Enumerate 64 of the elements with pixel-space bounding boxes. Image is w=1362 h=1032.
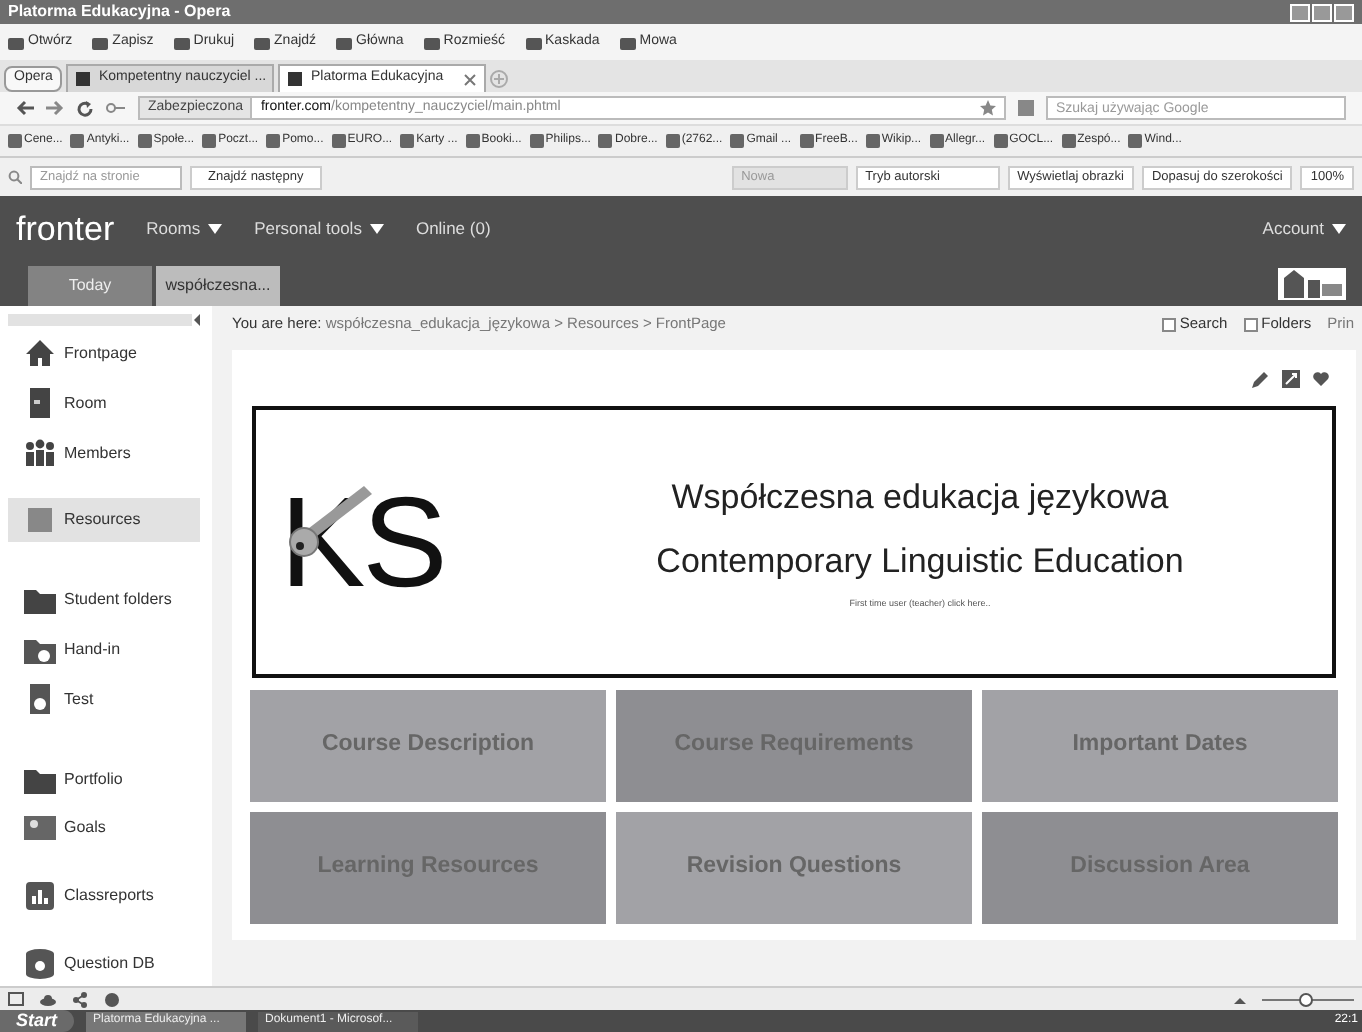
forward-icon (46, 100, 64, 116)
toolbar-icon (92, 35, 109, 49)
cloud-icon (40, 993, 56, 1005)
bookmark-icon (1128, 134, 1143, 148)
database-icon (24, 948, 56, 981)
account-menu[interactable]: Account (1262, 216, 1346, 242)
toolbar-icon (619, 35, 636, 49)
door-icon (24, 387, 56, 420)
search-icon (8, 170, 22, 184)
bookmark-icon (137, 134, 152, 148)
panel-icon (8, 992, 24, 1006)
bookmark-icon (529, 134, 544, 148)
people-icon (24, 437, 56, 470)
bookmark-icon (400, 134, 415, 148)
reload-icon (76, 99, 94, 117)
sidebar-item[interactable]: Resources (8, 498, 200, 543)
star-icon (980, 100, 996, 116)
toolbar-icon (423, 35, 440, 49)
bookmark-icon (665, 134, 680, 148)
bookmark-icon (266, 134, 281, 148)
document-icon (24, 683, 56, 716)
bookmark-icon (1061, 134, 1076, 148)
toolbar-icon (254, 35, 271, 49)
window-title: Platorma Edukacyjna - Opera (8, 0, 231, 24)
pencil-icon (1252, 369, 1270, 387)
room-tab[interactable]: współczesna... (156, 266, 280, 306)
close-button[interactable] (1334, 3, 1354, 21)
start-button[interactable]: Start (0, 1010, 74, 1032)
toolbar-icon (525, 35, 542, 49)
home-icon (24, 337, 56, 370)
toolbar-icon (173, 35, 190, 49)
expand-icon (1282, 369, 1300, 387)
bookmark-icon (799, 134, 814, 148)
nav-menu[interactable]: Rooms (146, 216, 223, 242)
banner-title: Współczesna edukacja językowa (671, 476, 1169, 521)
maximize-button[interactable] (1312, 3, 1332, 21)
toolbar-icon (336, 35, 353, 49)
folder-icon (24, 584, 56, 617)
back-icon (16, 100, 34, 116)
close-icon (464, 73, 477, 85)
caret-icon (1332, 224, 1346, 234)
bookmark-icon (730, 134, 745, 148)
toolbar-icon (8, 35, 24, 49)
bookmark-icon (202, 134, 217, 148)
nav-menu[interactable]: Personal tools (254, 216, 384, 242)
bookmark-icon (331, 134, 346, 148)
bookmark-icon (8, 134, 22, 148)
key-icon (106, 102, 126, 114)
bookmark-icon (929, 134, 944, 148)
bookmark-icon (70, 134, 85, 148)
banner-subtitle: Contemporary Linguistic Education (656, 539, 1184, 584)
bookmark-icon (465, 134, 480, 148)
building-logo-icon (1278, 268, 1346, 300)
page-icon (76, 72, 91, 86)
nav-menu[interactable]: Online (0) (415, 216, 491, 242)
add-tab-icon (490, 70, 509, 88)
bookmark-icon (993, 134, 1008, 148)
page-icon (288, 72, 303, 86)
heart-icon (1312, 369, 1330, 387)
fronter-logo: fronter (16, 207, 115, 252)
minimize-button[interactable] (1290, 3, 1310, 21)
bookmark-icon (598, 134, 613, 148)
report-icon (24, 880, 56, 913)
bookmark-icon (865, 134, 880, 148)
